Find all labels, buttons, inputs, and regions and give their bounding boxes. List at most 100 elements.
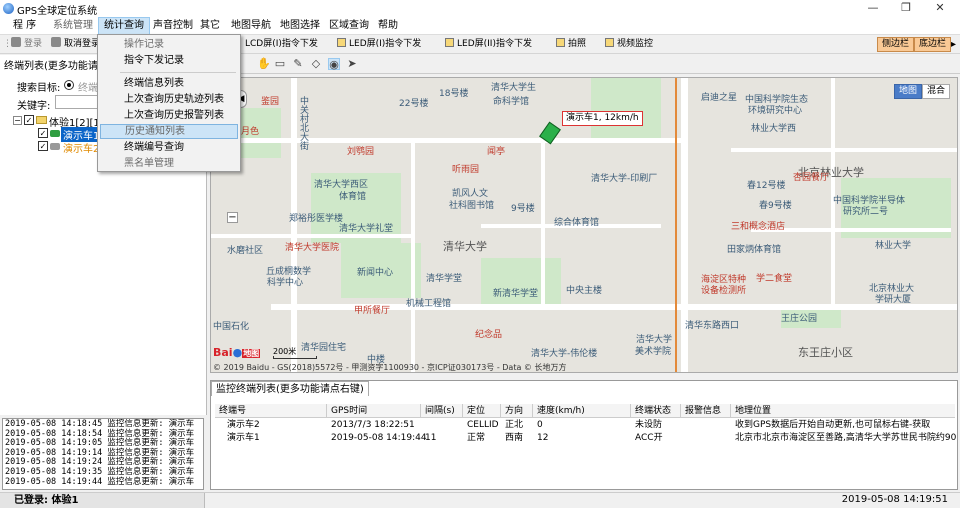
menu-3[interactable]: 声音控制 xyxy=(148,17,198,35)
dropdown-item-1[interactable]: 指令下发记录 xyxy=(100,53,238,68)
map-label: 田家炳体育馆 xyxy=(727,245,782,255)
stats-query-dropdown: 操作记录 指令下发记录 终端信息列表 上次查询历史轨迹列表 上次查询历史报警列表 历史通知… xyxy=(97,34,241,172)
dropdown-item-3[interactable]: 终端信息列表 xyxy=(100,76,238,91)
map-label: 林业大学 xyxy=(875,241,912,251)
dropdown-item-4[interactable]: 上次查询历史轨迹列表 xyxy=(100,92,238,107)
table-cell: 未设防 xyxy=(635,420,663,430)
menu-1[interactable]: 系统管理 xyxy=(48,17,98,35)
led1-command-button[interactable]: LED屏(I)指令下发 xyxy=(337,37,421,52)
group-checkbox[interactable]: ✓ xyxy=(24,115,34,125)
map-label: 学研大厦 xyxy=(875,295,912,305)
dropdown-item-5[interactable]: 上次查询历史报警列表 xyxy=(100,108,238,123)
dropdown-item-0[interactable]: 操作记录 xyxy=(100,37,238,52)
side-bar-toggle[interactable]: 侧边栏 xyxy=(877,37,915,52)
cancel-login-button[interactable]: 取消登录 xyxy=(51,37,100,52)
photo-button[interactable]: 拍照 xyxy=(556,37,586,52)
search-target-radio[interactable] xyxy=(64,80,74,90)
terminal-list-header: 终端列表(更多功能请点 xyxy=(4,61,108,72)
table-cell: 0 xyxy=(537,420,543,430)
vehicle2-checkbox[interactable]: ✓ xyxy=(38,141,48,151)
map-label: 刘鹗园 xyxy=(347,147,375,157)
ruler-icon[interactable]: ▭ xyxy=(274,58,286,70)
lcd1-command-button[interactable]: LCD屏(I)指令下发 xyxy=(245,37,318,52)
table-cell: 收到GPS数据后开始自动更新,也可鼠标右键-获取 xyxy=(735,420,931,430)
map-label: 清华学堂 xyxy=(426,274,463,284)
table-cell: 2019-05-08 14:19:44 xyxy=(331,433,427,443)
eraser-icon[interactable]: ◇ xyxy=(310,58,322,70)
menu-5[interactable]: 地图导航 xyxy=(226,17,276,35)
window-title: GPS全球定位系统 xyxy=(17,6,98,17)
menu-6[interactable]: 地图选择 xyxy=(275,17,325,35)
table-cell: 12 xyxy=(537,433,549,443)
zoom-out-button[interactable]: − xyxy=(227,212,238,223)
table-cell: 11 xyxy=(425,433,437,443)
vehicle1-checkbox[interactable]: ✓ xyxy=(38,128,48,138)
map-label: 郑裕彤医学楼 xyxy=(289,214,344,224)
screen-icon xyxy=(337,38,346,47)
map-label: 环境研究中心 xyxy=(748,106,803,116)
column-header[interactable]: 间隔(s) xyxy=(425,405,455,417)
map-type-map[interactable]: 地图 xyxy=(894,84,923,99)
column-header[interactable]: 终端号 xyxy=(219,405,246,417)
column-header[interactable]: 速度(km/h) xyxy=(537,405,585,417)
table-cell: CELLID xyxy=(467,420,499,430)
bottom-bar-toggle[interactable]: 底边栏 xyxy=(914,37,952,52)
map-view[interactable]: 中关村北大街 22号楼 清华大学生 命科学馆 18号楼 鉴园 清华大学西区 体育馆 荷塘月色 刘鹗… xyxy=(210,77,958,373)
hand-pan-icon[interactable]: ✋ xyxy=(257,58,271,70)
minimize-button[interactable]: — xyxy=(858,0,888,17)
tree-vehicle2[interactable]: 演示车2 xyxy=(63,140,99,155)
folder-icon xyxy=(36,116,47,124)
led2-command-button[interactable]: LED屏(II)指令下发 xyxy=(445,37,532,52)
menu-bar: 程 序系统管理 统计查询 声音控制 其它 地图导航 地图选择 区域查询 帮助 xyxy=(0,17,960,35)
search-target-option[interactable]: 终端 xyxy=(78,79,98,94)
column-header[interactable]: 方向 xyxy=(505,405,523,417)
vehicle-label: 演示车1, 12km/h xyxy=(562,111,643,126)
restore-button[interactable]: ❐ xyxy=(891,0,921,17)
column-header[interactable]: 地理位置 xyxy=(735,405,771,417)
column-separator xyxy=(532,404,533,418)
menu-2[interactable]: 统计查询 xyxy=(98,17,150,35)
column-separator xyxy=(730,404,731,418)
map-label: 听雨园 xyxy=(452,165,480,175)
map-label: 林业大学西 xyxy=(751,124,797,134)
column-header[interactable]: GPS时间 xyxy=(331,405,367,417)
column-header[interactable]: 报警信息 xyxy=(685,405,721,417)
menu-8[interactable]: 帮助 xyxy=(373,17,403,35)
login-button[interactable]: 登录 xyxy=(11,37,42,52)
log-line: 2019-05-08 14:18:45 监控信息更新: 演示车 xyxy=(5,419,195,429)
column-header[interactable]: 定位 xyxy=(467,405,485,417)
map-label: 清华东路西口 xyxy=(685,321,740,331)
dropdown-item-8[interactable]: 黑名单管理 xyxy=(100,156,238,171)
eye-icon[interactable]: ◉ xyxy=(328,58,340,71)
menu-0[interactable]: 程 序 xyxy=(8,17,41,35)
map-label: 王庄公园 xyxy=(781,314,818,324)
menu-4[interactable]: 其它 xyxy=(195,17,225,35)
pointer-icon[interactable]: ➤ xyxy=(346,58,358,70)
keyword-input[interactable] xyxy=(55,95,100,109)
close-button[interactable]: ✕ xyxy=(925,0,955,17)
scale-bar xyxy=(273,356,317,359)
column-separator xyxy=(462,404,463,418)
marker-icon[interactable]: ✎ xyxy=(292,58,304,70)
log-line: 2019-05-08 14:19:05 监控信息更新: 演示车 xyxy=(5,438,195,449)
search-target-label: 搜索目标: xyxy=(17,83,61,94)
baidu-logo: Bai●地图 xyxy=(213,346,261,359)
map-label: 中央主楼 xyxy=(566,286,603,296)
map-label: 学二食堂 xyxy=(756,274,793,284)
column-header[interactable]: 终端状态 xyxy=(635,405,671,417)
toolbar-overflow-icon[interactable]: ▸ xyxy=(951,37,956,52)
tree-collapse-icon[interactable]: − xyxy=(13,116,22,125)
map-label: 新闻中心 xyxy=(357,268,394,278)
monitor-tab[interactable]: 监控终端列表(更多功能请点右键) xyxy=(211,381,369,396)
map-label: 清华大学-伟伦楼 xyxy=(531,349,598,359)
dropdown-item-6[interactable]: 历史通知列表 xyxy=(100,124,238,139)
map-label: 闻亭 xyxy=(487,147,506,157)
map-label: 设备检测所 xyxy=(701,286,747,296)
map-type-hybrid[interactable]: 混合 xyxy=(922,84,951,99)
video-monitor-button[interactable]: 视频监控 xyxy=(605,37,653,52)
map-label: 春9号楼 xyxy=(759,201,792,211)
dropdown-item-7[interactable]: 终端编号查询 xyxy=(100,140,238,155)
car-offline-icon xyxy=(50,143,60,150)
menu-7[interactable]: 区域查询 xyxy=(324,17,374,35)
map-label: 9号楼 xyxy=(511,204,535,214)
